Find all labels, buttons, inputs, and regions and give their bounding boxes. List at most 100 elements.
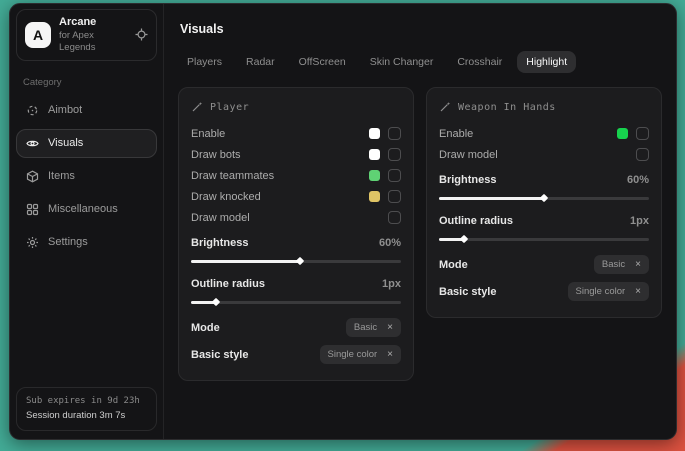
page-title: Visuals [180, 22, 662, 36]
tag-row-basic-style: Basic style Single color × [439, 278, 649, 305]
tag-row-mode: Mode Basic × [439, 251, 649, 278]
row-label: Basic style [191, 349, 248, 361]
wand-icon [191, 101, 203, 113]
basic-style-tag[interactable]: Single color × [320, 345, 401, 364]
checkbox[interactable] [388, 190, 401, 203]
slider-row-outline-radius: Outline radius 1px [191, 273, 401, 294]
sidebar-item-label: Visuals [48, 137, 83, 149]
close-icon[interactable]: × [387, 323, 393, 333]
app-meta: Arcane for Apex Legends [59, 16, 127, 54]
tab-bar: Players Radar OffScreen Skin Changer Cro… [178, 51, 662, 73]
tag-text: Single color [328, 349, 378, 360]
color-swatch[interactable] [369, 191, 380, 202]
slider-track [191, 301, 401, 304]
slider-thumb[interactable] [540, 194, 548, 202]
brightness-slider[interactable] [191, 255, 401, 267]
cube-icon [26, 170, 39, 183]
slider-thumb[interactable] [212, 298, 220, 306]
slider-row-outline-radius: Outline radius 1px [439, 210, 649, 231]
sidebar-item-label: Items [48, 170, 75, 182]
mode-tag[interactable]: Basic × [594, 255, 649, 274]
color-swatch[interactable] [617, 128, 628, 139]
row-label: Basic style [439, 286, 496, 298]
eye-icon [26, 137, 39, 150]
panel-header: Weapon In Hands [439, 101, 649, 113]
category-label: Category [23, 77, 150, 88]
gear-icon [26, 236, 39, 249]
row-label: Brightness [191, 237, 248, 249]
row-label: Draw teammates [191, 170, 274, 182]
tag-text: Basic [354, 322, 377, 333]
app-window: A Arcane for Apex Legends Category [9, 3, 677, 440]
slider-thumb[interactable] [460, 235, 468, 243]
sidebar-item-aimbot[interactable]: Aimbot [16, 96, 157, 125]
toggle-row-draw-model: Draw model [191, 207, 401, 228]
sidebar-item-miscellaneous[interactable]: Miscellaneous [16, 195, 157, 224]
close-icon[interactable]: × [635, 260, 641, 270]
toggle-row-draw-model: Draw model [439, 144, 649, 165]
row-label: Outline radius [439, 215, 513, 227]
slider-fill [191, 260, 300, 263]
slider-fill [439, 197, 544, 200]
row-label: Mode [191, 322, 220, 334]
grid-icon [26, 203, 39, 216]
wand-icon [439, 101, 451, 113]
sidebar-item-visuals[interactable]: Visuals [16, 129, 157, 158]
subscription-info-card: Sub expires in 9d 23h Session duration 3… [16, 387, 157, 431]
tab-offscreen[interactable]: OffScreen [290, 51, 355, 73]
toggle-row-draw-bots: Draw bots [191, 144, 401, 165]
row-label: Draw model [439, 149, 498, 161]
mode-tag[interactable]: Basic × [346, 318, 401, 337]
sidebar: A Arcane for Apex Legends Category [10, 4, 164, 439]
sub-expires-text: Sub expires in 9d 23h [26, 395, 147, 409]
tag-text: Basic [602, 259, 625, 270]
row-label: Mode [439, 259, 468, 271]
tab-players[interactable]: Players [178, 51, 231, 73]
brightness-slider[interactable] [439, 192, 649, 204]
panels: Player Enable Draw bots [178, 87, 662, 381]
row-label: Draw model [191, 212, 250, 224]
tag-text: Single color [576, 286, 626, 297]
close-icon[interactable]: × [387, 350, 393, 360]
color-swatch[interactable] [369, 170, 380, 181]
tag-row-mode: Mode Basic × [191, 314, 401, 341]
slider-value: 1px [630, 215, 649, 227]
main-content: Visuals Players Radar OffScreen Skin Cha… [164, 4, 676, 439]
checkbox[interactable] [388, 127, 401, 140]
outline-radius-slider[interactable] [191, 296, 401, 308]
sidebar-spacer [16, 259, 157, 388]
tab-skin-changer[interactable]: Skin Changer [361, 51, 443, 73]
color-swatch[interactable] [369, 149, 380, 160]
sidebar-item-settings[interactable]: Settings [16, 228, 157, 257]
sidebar-item-items[interactable]: Items [16, 162, 157, 191]
tab-radar[interactable]: Radar [237, 51, 284, 73]
close-icon[interactable]: × [635, 287, 641, 297]
app-header-card: A Arcane for Apex Legends [16, 9, 157, 61]
row-label: Draw bots [191, 149, 241, 161]
color-swatch[interactable] [369, 128, 380, 139]
outline-radius-slider[interactable] [439, 233, 649, 245]
slider-value: 1px [382, 278, 401, 290]
target-icon[interactable] [135, 28, 148, 41]
checkbox[interactable] [388, 148, 401, 161]
session-duration-text: Session duration 3m 7s [26, 409, 147, 423]
slider-row-brightness: Brightness 60% [191, 232, 401, 253]
tag-row-basic-style: Basic style Single color × [191, 341, 401, 368]
toggle-row-enable: Enable [191, 123, 401, 144]
tab-crosshair[interactable]: Crosshair [448, 51, 511, 73]
toggle-row-enable: Enable [439, 123, 649, 144]
tab-highlight[interactable]: Highlight [517, 51, 576, 73]
checkbox[interactable] [636, 127, 649, 140]
weapon-in-hands-panel: Weapon In Hands Enable Draw model [426, 87, 662, 318]
basic-style-tag[interactable]: Single color × [568, 282, 649, 301]
panel-title: Player [210, 102, 249, 113]
crosshair-icon [26, 104, 39, 117]
checkbox[interactable] [388, 211, 401, 224]
row-label: Draw knocked [191, 191, 261, 203]
slider-thumb[interactable] [296, 257, 304, 265]
checkbox[interactable] [388, 169, 401, 182]
checkbox[interactable] [636, 148, 649, 161]
slider-row-brightness: Brightness 60% [439, 169, 649, 190]
app-subtitle: for Apex Legends [59, 30, 127, 54]
row-label: Brightness [439, 174, 496, 186]
